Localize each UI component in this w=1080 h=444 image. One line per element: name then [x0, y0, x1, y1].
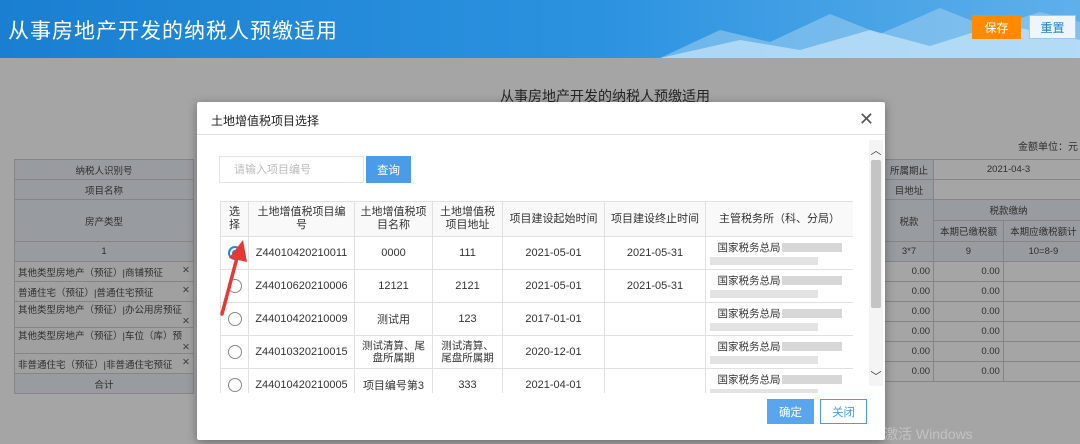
redaction-blur — [710, 289, 818, 298]
table-scrollbar[interactable]: ︿ ﹀ — [869, 140, 883, 386]
project-address: 111 — [432, 236, 503, 270]
project-address: 123 — [432, 302, 503, 336]
tax-office-text: 国家税务总局 — [717, 373, 781, 386]
column-header: 土地增值税项目名称 — [354, 201, 433, 237]
start-date: 2020-12-01 — [502, 335, 605, 369]
end-date: 2021-05-31 — [604, 269, 706, 303]
tax-office: 国家税务总局 — [705, 269, 853, 303]
tax-office: 国家税务总局 — [705, 236, 853, 270]
project-code: Z44010420210009 — [248, 302, 355, 336]
redaction-blur — [781, 342, 842, 352]
dialog-title: 土地增值税项目选择 — [211, 114, 320, 128]
table-row[interactable]: Z44010420210009 测试用 123 2017-01-01 国家税务总… — [220, 302, 853, 336]
project-code: Z44010420210005 — [248, 368, 355, 393]
start-date: 2021-04-01 — [502, 368, 605, 393]
page-title: 从事房地产开发的纳税人预缴适用 — [8, 20, 338, 43]
project-name: 测试用 — [354, 302, 433, 336]
start-date: 2021-05-01 — [502, 269, 605, 303]
project-address: 测试清算、尾盘所属期 — [432, 335, 503, 369]
redaction-blur — [710, 355, 818, 364]
project-code: Z44010320210015 — [248, 335, 355, 369]
end-date: 2021-05-31 — [604, 236, 706, 270]
column-header: 选择 — [220, 201, 249, 237]
table-header-row: 选择 土地增值税项目编号 土地增值税项目名称 土地增值税项目地址 项目建设起始时… — [220, 201, 853, 237]
table-row[interactable]: Z44010320210015 测试清算、尾盘所属期 测试清算、尾盘所属期 20… — [220, 335, 853, 369]
app-header: 从事房地产开发的纳税人预缴适用 保存 重置 — [0, 0, 1080, 58]
save-button[interactable]: 保存 — [972, 15, 1021, 39]
column-header: 土地增值税项目编号 — [248, 201, 355, 237]
column-header: 主管税务所（科、分局） — [705, 201, 853, 237]
close-icon[interactable]: ✕ — [859, 109, 874, 130]
annotation-arrow-icon — [220, 240, 247, 316]
radio-icon[interactable] — [227, 345, 242, 359]
project-name: 0000 — [354, 236, 433, 270]
scrollbar-thumb[interactable] — [871, 160, 881, 308]
redaction-blur — [781, 375, 842, 385]
column-header: 项目建设起始时间 — [502, 201, 605, 237]
radio-icon[interactable] — [227, 378, 242, 392]
project-address: 2121 — [432, 269, 503, 303]
table-row[interactable]: Z44010420210011 0000 111 2021-05-01 2021… — [220, 236, 853, 270]
project-code-search-input[interactable] — [219, 156, 364, 183]
confirm-button[interactable]: 确定 — [767, 399, 814, 424]
project-name: 项目编号第3 — [354, 368, 433, 393]
windows-activation-watermark: 激活 Windows — [884, 426, 973, 442]
start-date: 2021-05-01 — [502, 236, 605, 270]
table-row[interactable]: Z44010620210006 12121 2121 2021-05-01 20… — [220, 269, 853, 303]
redaction-blur — [781, 309, 842, 319]
search-button[interactable]: 查询 — [366, 156, 411, 183]
project-select-dialog: 土地增值税项目选择 ✕ 查询 选择 土地增值税项目编号 土地增值税项目名称 土地… — [197, 102, 885, 440]
project-code: Z44010420210011 — [248, 236, 355, 270]
redaction-blur — [710, 322, 818, 331]
tax-office-text: 国家税务总局 — [717, 307, 781, 320]
project-code: Z44010620210006 — [248, 269, 355, 303]
select-cell[interactable] — [220, 368, 249, 393]
tax-office-text: 国家税务总局 — [717, 241, 781, 254]
tax-office: 国家税务总局 — [705, 368, 853, 393]
start-date: 2017-01-01 — [502, 302, 605, 336]
project-table-container: 选择 土地增值税项目编号 土地增值税项目名称 土地增值税项目地址 项目建设起始时… — [220, 201, 853, 393]
redaction-blur — [781, 276, 842, 286]
select-cell[interactable] — [220, 335, 249, 369]
redaction-blur — [710, 256, 818, 265]
redaction-blur — [781, 243, 842, 253]
end-date — [604, 335, 706, 369]
divider — [197, 134, 885, 135]
project-name: 测试清算、尾盘所属期 — [354, 335, 433, 369]
end-date — [604, 368, 706, 393]
redaction-blur — [710, 388, 818, 393]
close-button[interactable]: 关闭 — [820, 399, 867, 424]
tax-office: 国家税务总局 — [705, 335, 853, 369]
column-header: 土地增值税项目地址 — [432, 201, 503, 237]
project-table: 选择 土地增值税项目编号 土地增值税项目名称 土地增值税项目地址 项目建设起始时… — [220, 201, 853, 393]
scroll-up-icon[interactable]: ︿ — [869, 142, 883, 158]
scroll-down-icon[interactable]: ﹀ — [869, 368, 883, 384]
tax-office-text: 国家税务总局 — [717, 274, 781, 287]
end-date — [604, 302, 706, 336]
tax-office-text: 国家税务总局 — [717, 340, 781, 353]
project-address: 333 — [432, 368, 503, 393]
project-name: 12121 — [354, 269, 433, 303]
tax-office: 国家税务总局 — [705, 302, 853, 336]
column-header: 项目建设终止时间 — [604, 201, 706, 237]
reset-button[interactable]: 重置 — [1029, 15, 1076, 39]
table-row[interactable]: Z44010420210005 项目编号第3 333 2021-04-01 国家… — [220, 368, 853, 393]
